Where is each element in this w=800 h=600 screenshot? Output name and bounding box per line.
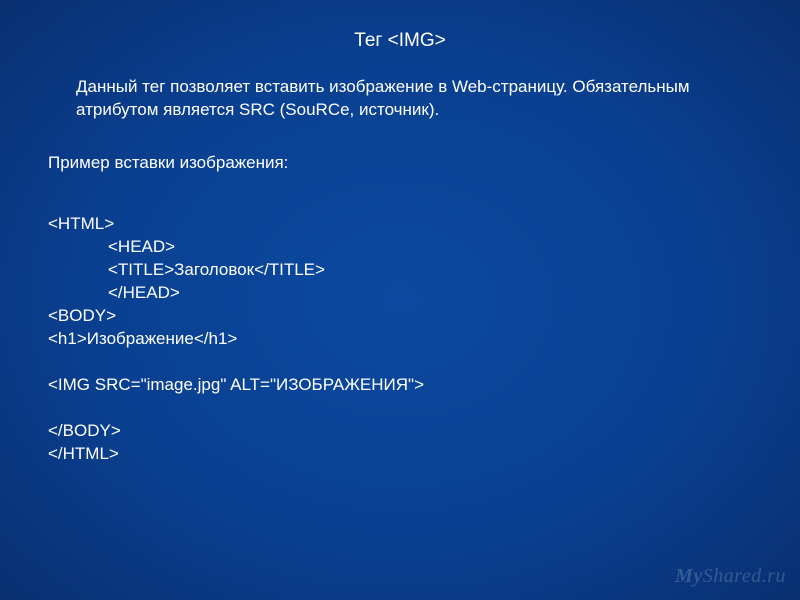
code-line: <IMG SRC="image.jpg" ALT="ИЗОБРАЖЕНИЯ"> bbox=[48, 375, 424, 394]
code-line: </HTML> bbox=[48, 444, 119, 463]
slide-description: Данный тег позволяет вставить изображени… bbox=[76, 76, 716, 122]
slide-title: Тег <IMG> bbox=[48, 28, 752, 54]
code-line: <h1>Изображение</h1> bbox=[48, 329, 237, 348]
watermark: MyShared.ru bbox=[675, 563, 786, 590]
code-line: <BODY> bbox=[48, 306, 116, 325]
code-line: <HTML> bbox=[48, 214, 114, 233]
watermark-rest: Shared.ru bbox=[703, 565, 786, 587]
code-block: <HTML> <HEAD> <TITLE>Заголовок</TITLE> <… bbox=[48, 190, 752, 465]
code-line: </BODY> bbox=[48, 421, 121, 440]
watermark-prefix: My bbox=[675, 565, 703, 587]
example-label: Пример вставки изображения: bbox=[48, 152, 752, 175]
code-line: <TITLE>Заголовок</TITLE> bbox=[108, 260, 325, 279]
slide: Тег <IMG> Данный тег позволяет вставить … bbox=[0, 0, 800, 600]
code-line: </HEAD> bbox=[108, 283, 180, 302]
code-line: <HEAD> bbox=[108, 237, 175, 256]
